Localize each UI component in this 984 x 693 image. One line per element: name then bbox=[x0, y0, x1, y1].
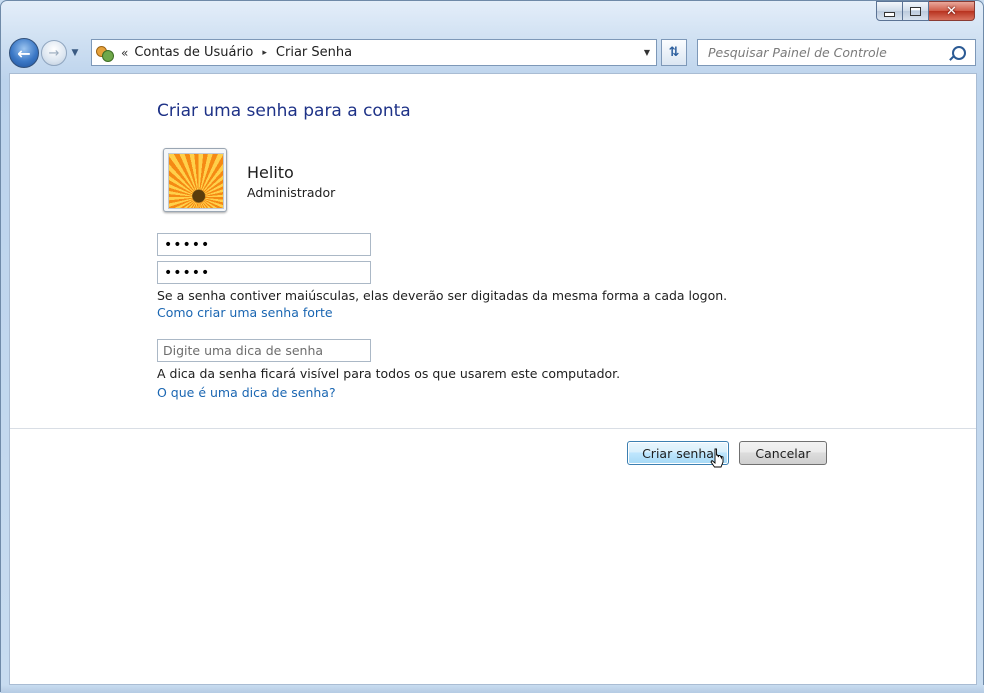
refresh-button[interactable]: ⇅ bbox=[661, 39, 687, 66]
strong-password-link[interactable]: Como criar uma senha forte bbox=[157, 305, 333, 320]
chevron-down-icon: ▼ bbox=[71, 48, 79, 58]
user-accounts-icon bbox=[95, 44, 115, 62]
cancel-button[interactable]: Cancelar bbox=[739, 441, 827, 465]
breadcrumb-criar-senha[interactable]: Criar Senha bbox=[276, 45, 352, 60]
maximize-button[interactable] bbox=[903, 1, 929, 21]
maximize-icon bbox=[910, 6, 921, 16]
navigation-buttons: ← → ▼ bbox=[9, 37, 81, 69]
hint-visibility-note: A dica da senha ficará visível para todo… bbox=[157, 366, 621, 381]
user-account-type: Administrador bbox=[247, 185, 336, 200]
password-hint-field[interactable] bbox=[157, 339, 371, 362]
flower-avatar-icon bbox=[168, 153, 224, 209]
chevron-down-icon: ▼ bbox=[643, 48, 651, 57]
avatar bbox=[163, 148, 227, 212]
minimize-icon bbox=[884, 12, 895, 17]
caption-buttons: ✕ bbox=[876, 1, 975, 21]
search-box bbox=[697, 39, 976, 66]
refresh-icon: ⇅ bbox=[668, 45, 680, 60]
breadcrumb-separator-icon[interactable]: ▸ bbox=[262, 48, 267, 58]
password-hint-help-link[interactable]: O que é uma dica de senha? bbox=[157, 385, 336, 400]
content-pane: Criar uma senha para a conta Helito Admi… bbox=[9, 73, 977, 685]
minimize-button[interactable] bbox=[876, 1, 903, 21]
page-title: Criar uma senha para a conta bbox=[157, 101, 411, 121]
recent-pages-dropdown[interactable]: ▼ bbox=[69, 48, 81, 58]
mouse-pointer-icon bbox=[710, 448, 724, 468]
back-arrow-icon: ← bbox=[17, 43, 31, 63]
search-icon[interactable] bbox=[952, 46, 966, 60]
forward-button[interactable]: → bbox=[41, 40, 67, 66]
forward-arrow-icon: → bbox=[48, 45, 60, 61]
new-password-field[interactable] bbox=[157, 233, 371, 256]
app-window: ✕ ← → ▼ « Contas de Usuário ▸ Criar Senh… bbox=[0, 0, 984, 693]
breadcrumb-contas-de-usuario[interactable]: Contas de Usuário bbox=[134, 45, 253, 60]
user-name: Helito bbox=[247, 163, 294, 182]
breadcrumb-overflow[interactable]: « bbox=[121, 46, 128, 60]
address-bar[interactable]: « Contas de Usuário ▸ Criar Senha ▼ bbox=[91, 39, 657, 66]
close-button[interactable]: ✕ bbox=[929, 1, 975, 21]
back-button[interactable]: ← bbox=[9, 38, 39, 68]
divider bbox=[10, 428, 976, 429]
confirm-password-field[interactable] bbox=[157, 261, 371, 284]
address-dropdown[interactable]: ▼ bbox=[638, 40, 656, 65]
close-icon: ✕ bbox=[946, 3, 957, 19]
case-sensitivity-note: Se a senha contiver maiúsculas, elas dev… bbox=[157, 288, 728, 303]
search-input[interactable] bbox=[706, 44, 950, 61]
